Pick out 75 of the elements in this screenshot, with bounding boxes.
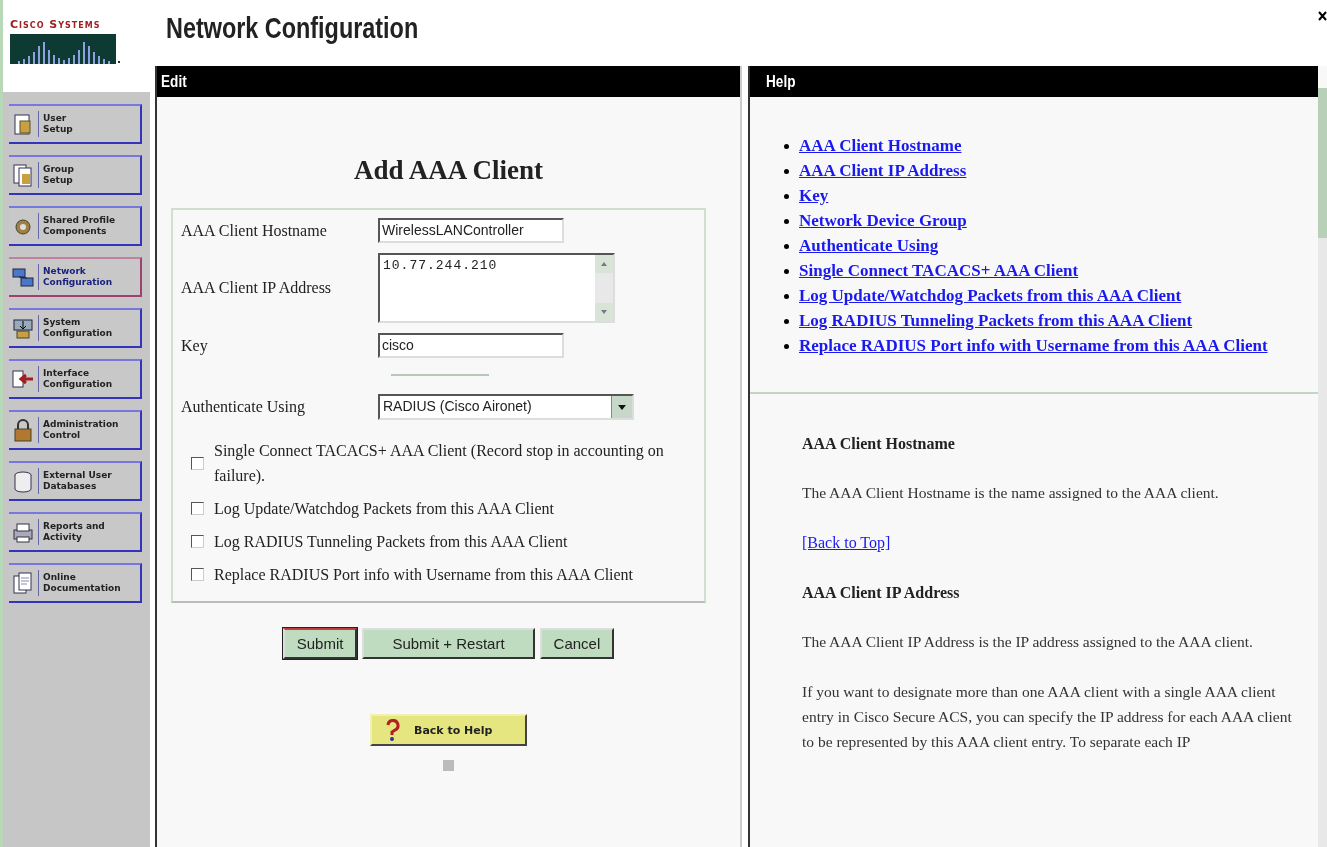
bullet-icon — [784, 169, 789, 174]
computer-icon — [12, 265, 34, 289]
checkbox-label: Single Connect TACACS+ AAA Client (Record stop in accounting on failure). — [214, 441, 665, 487]
small-square-icon — [443, 760, 454, 771]
input-field[interactable]: WirelessLANController — [378, 218, 564, 243]
scroll-up-icon — [600, 261, 608, 267]
panel-title: Edit — [161, 71, 187, 92]
back-to-help-button[interactable]: Back to Help — [370, 714, 527, 746]
bullet-icon — [784, 269, 789, 274]
nav-button[interactable]: External User Databases — [9, 461, 142, 501]
bullet-icon — [784, 194, 789, 199]
arrow-icon — [12, 367, 34, 391]
field-label: AAA Client IP Address — [181, 279, 333, 297]
documents-icon — [12, 163, 34, 187]
form-title: Add AAA Client — [353, 155, 543, 186]
field-label: AAA Client Hostname — [181, 221, 328, 240]
nav-button[interactable]: User Setup — [9, 104, 142, 144]
nav-button[interactable]: Reports and Activity — [9, 512, 142, 552]
section-heading: AAA Client IP Address — [802, 583, 961, 603]
help-link[interactable]: Authenticate Using — [799, 233, 939, 258]
bullet-icon — [784, 244, 789, 249]
bullet-icon — [784, 319, 789, 324]
close-icon[interactable] — [1318, 10, 1327, 22]
bullet-icon — [784, 219, 789, 224]
section-heading: AAA Client Hostname — [802, 434, 956, 454]
printer-icon — [12, 520, 34, 544]
help-link[interactable]: AAA Client IP Address — [799, 158, 967, 183]
question-mark-icon — [384, 718, 400, 742]
help-link[interactable]: Replace RADIUS Port info with Username from this AAA Client — [799, 333, 1268, 358]
lock-icon — [12, 418, 34, 442]
checkbox[interactable] — [191, 456, 204, 470]
logo-text: Cisco Systems — [10, 18, 101, 31]
checkbox-label: Log Update/Watchdog Packets from this AAA Client — [214, 499, 555, 520]
help-paragraph: The AAA Client Hostname is the name assigned to the AAA client. — [802, 483, 1220, 503]
help-link[interactable]: Key — [799, 183, 829, 208]
form-button[interactable]: Submit + Restart — [362, 628, 535, 659]
field-label: Key — [181, 336, 209, 355]
database-icon — [12, 469, 34, 493]
nav-button[interactable]: Shared Profile Components — [9, 206, 142, 246]
help-paragraph: If you want to designate more than one AAA client with a single AAA client entry in Cisco Secure ACS, you can specify the IP address for each AAA client to be represented by this AAA client entry. To separate each IP — [802, 682, 1293, 752]
nav-button[interactable]: Administration Control — [9, 410, 142, 450]
page-title: Network Configuration — [166, 11, 419, 45]
nav-button[interactable]: Interface Configuration — [9, 359, 142, 399]
help-link[interactable]: Log Update/Watchdog Packets from this AAA Client — [799, 283, 1182, 308]
checkbox[interactable] — [191, 502, 204, 515]
bullet-icon — [784, 294, 789, 299]
dropdown[interactable]: RADIUS (Cisco Aironet) — [378, 394, 634, 420]
computer-icon — [12, 316, 34, 340]
checkbox[interactable] — [191, 535, 204, 548]
checkbox[interactable] — [191, 568, 204, 581]
form-button[interactable]: Cancel — [539, 628, 615, 659]
nav-button[interactable]: Network Configuration — [9, 257, 142, 297]
document-icon — [12, 112, 34, 136]
scrollbar[interactable] — [1318, 88, 1327, 847]
help-link[interactable]: AAA Client Hostname — [799, 133, 962, 158]
nav-button[interactable]: Online Documentation — [9, 563, 142, 603]
back-to-top-link[interactable]: [Back to Top] — [802, 530, 891, 555]
caret-icon — [618, 404, 626, 410]
form-button[interactable]: Submit — [282, 628, 358, 659]
scroll-down-icon — [600, 309, 608, 315]
checkbox-label: Replace RADIUS Port info with Username from this AAA Client — [214, 565, 635, 586]
nav-button[interactable]: System Configuration — [9, 308, 142, 348]
field-label: Authenticate Using — [181, 398, 306, 416]
help-paragraph: The AAA Client IP Address is the IP address assigned to the AAA client. — [802, 632, 1254, 652]
help-link[interactable]: Log RADIUS Tunneling Packets from this AAA Client — [799, 308, 1193, 333]
bullet-icon — [784, 344, 789, 349]
nav-button[interactable]: Group Setup — [9, 155, 142, 195]
input-field[interactable]: cisco — [378, 333, 564, 358]
bullet-icon — [784, 144, 789, 149]
text-area[interactable]: 10.77.244.210 — [378, 253, 615, 323]
help-link[interactable]: Network Device Group — [799, 208, 967, 233]
panel-title: Help — [766, 71, 796, 92]
help-link[interactable]: Single Connect TACACS+ AAA Client — [799, 258, 1079, 283]
document-icon — [12, 571, 34, 595]
checkbox-label: Log RADIUS Tunneling Packets from this AAA Client — [214, 532, 569, 553]
